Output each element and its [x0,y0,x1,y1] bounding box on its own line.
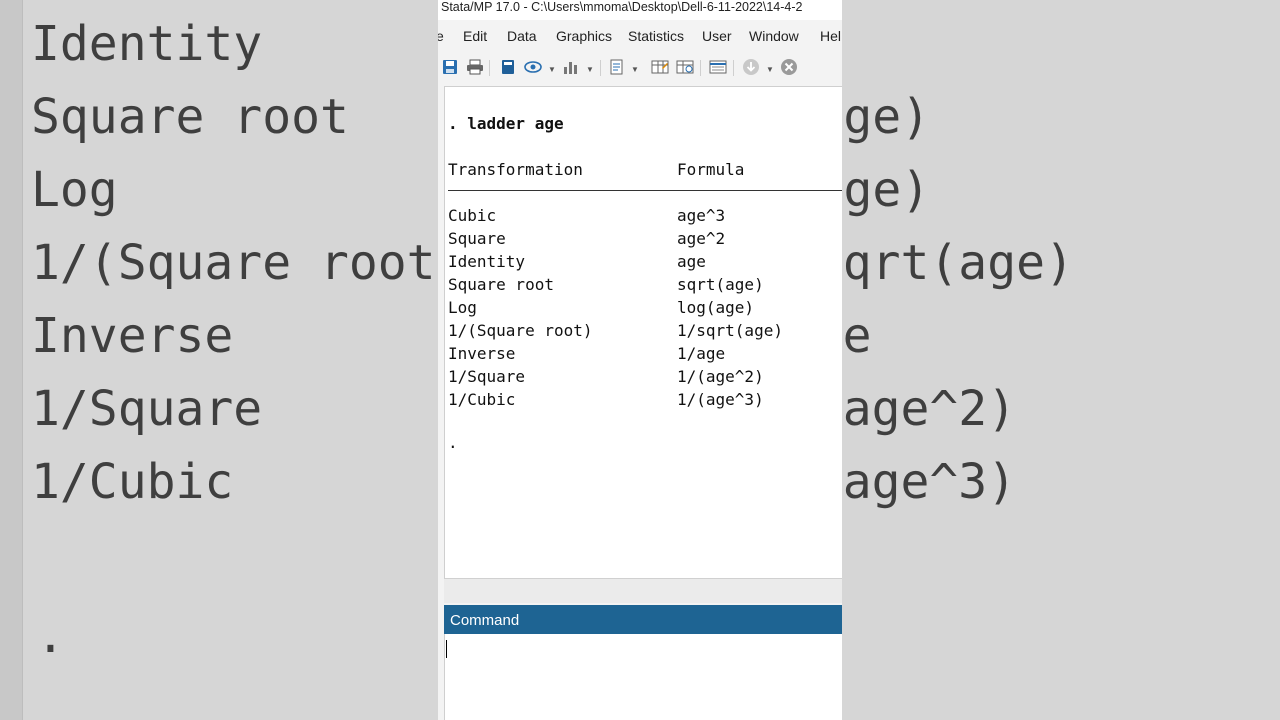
toolbar-separator [489,60,490,76]
transformation-name: 1/Square [448,367,526,386]
background-text: Square root [31,89,349,145]
transformation-formula: age^2 [677,229,726,248]
background-text: 1/age [842,308,872,364]
toolbar-separator [700,60,701,76]
background-zoom-left: Identity Square root Log 1/(Square root)… [0,0,438,720]
menu-window[interactable]: Window [749,28,799,44]
background-text: 1/(age^2) [842,381,1017,437]
column-header-transformation: Transformation [448,160,583,179]
transformation-formula: log(age) [677,298,755,317]
toolbar-separator [733,60,734,76]
transformation-name: Identity [448,252,526,271]
menu-user[interactable]: User [702,28,732,44]
background-text: 1/sqrt(age) [842,235,1074,291]
toolbar-separator [600,60,601,76]
toolbar: ▼ ▼ ▼ ▼ [438,52,842,82]
more-icon[interactable] [741,57,761,77]
log-icon[interactable] [498,57,518,77]
transformation-name: Square root [448,275,554,294]
background-text: Identity [31,16,263,72]
data-editor-icon[interactable] [650,57,670,77]
menu-help[interactable]: Hel [820,28,841,44]
print-icon[interactable] [465,57,485,77]
command-echo: . ladder age [448,114,564,133]
graph-dropdown-icon[interactable]: ▼ [586,65,594,74]
menu-edit[interactable]: Edit [463,28,487,44]
background-text: 1/Square [31,381,263,437]
menu-file[interactable]: e [438,28,444,44]
stata-window: Stata/MP 17.0 - C:\Users\mmoma\Desktop\D… [438,0,842,720]
results-prompt: . [448,433,458,452]
menu-bar: e Edit Data Graphics Statistics User Win… [438,22,842,50]
transformation-formula: sqrt(age) [677,275,764,294]
more-dropdown-icon[interactable]: ▼ [766,65,774,74]
transformation-name: Cubic [448,206,497,225]
transformation-name: Square [448,229,506,248]
background-text: . [36,608,65,664]
transformation-formula: 1/(age^3) [677,390,764,409]
transformation-name: Inverse [448,344,516,363]
background-edge [0,0,23,720]
background-zoom-right: sqrt(age) log(age) 1/sqrt(age) 1/age 1/(… [842,0,1280,720]
transformation-formula: 1/(age^2) [677,367,764,386]
command-input[interactable] [444,634,842,720]
transformation-formula: 1/age [677,344,726,363]
menu-graphics[interactable]: Graphics [556,28,612,44]
command-panel-title: Command [444,605,842,634]
break-icon[interactable] [779,57,799,77]
background-text: sqrt(age) [842,89,931,145]
background-text: 1/(age^3) [842,454,1017,510]
save-icon[interactable] [440,57,460,77]
menu-statistics[interactable]: Statistics [628,28,684,44]
background-text: 1/(Square root) [31,235,438,291]
viewer-dropdown-icon[interactable]: ▼ [548,65,556,74]
menu-data[interactable]: Data [507,28,537,44]
header-divider [448,190,842,191]
column-header-formula: Formula [677,160,745,179]
pane-splitter[interactable] [444,578,842,603]
transformation-name: Log [448,298,477,317]
background-text: Inverse [31,308,234,364]
transformation-formula: age^3 [677,206,726,225]
do-file-dropdown-icon[interactable]: ▼ [631,65,639,74]
transformation-formula: 1/sqrt(age) [677,321,783,340]
results-window[interactable]: . ladder age Transformation Formula Cubi… [444,86,842,579]
data-browser-icon[interactable] [675,57,695,77]
viewer-icon[interactable] [523,57,543,77]
window-title: Stata/MP 17.0 - C:\Users\mmoma\Desktop\D… [438,0,842,20]
variables-manager-icon[interactable] [708,57,728,77]
background-text: Log [31,162,118,218]
text-cursor [446,640,447,658]
transformation-formula: age [677,252,706,271]
background-text: log(age) [842,162,931,218]
do-file-editor-icon[interactable] [607,57,627,77]
background-text: 1/Cubic [31,454,234,510]
transformation-name: 1/Cubic [448,390,516,409]
graph-icon[interactable] [561,57,581,77]
transformation-name: 1/(Square root) [448,321,593,340]
